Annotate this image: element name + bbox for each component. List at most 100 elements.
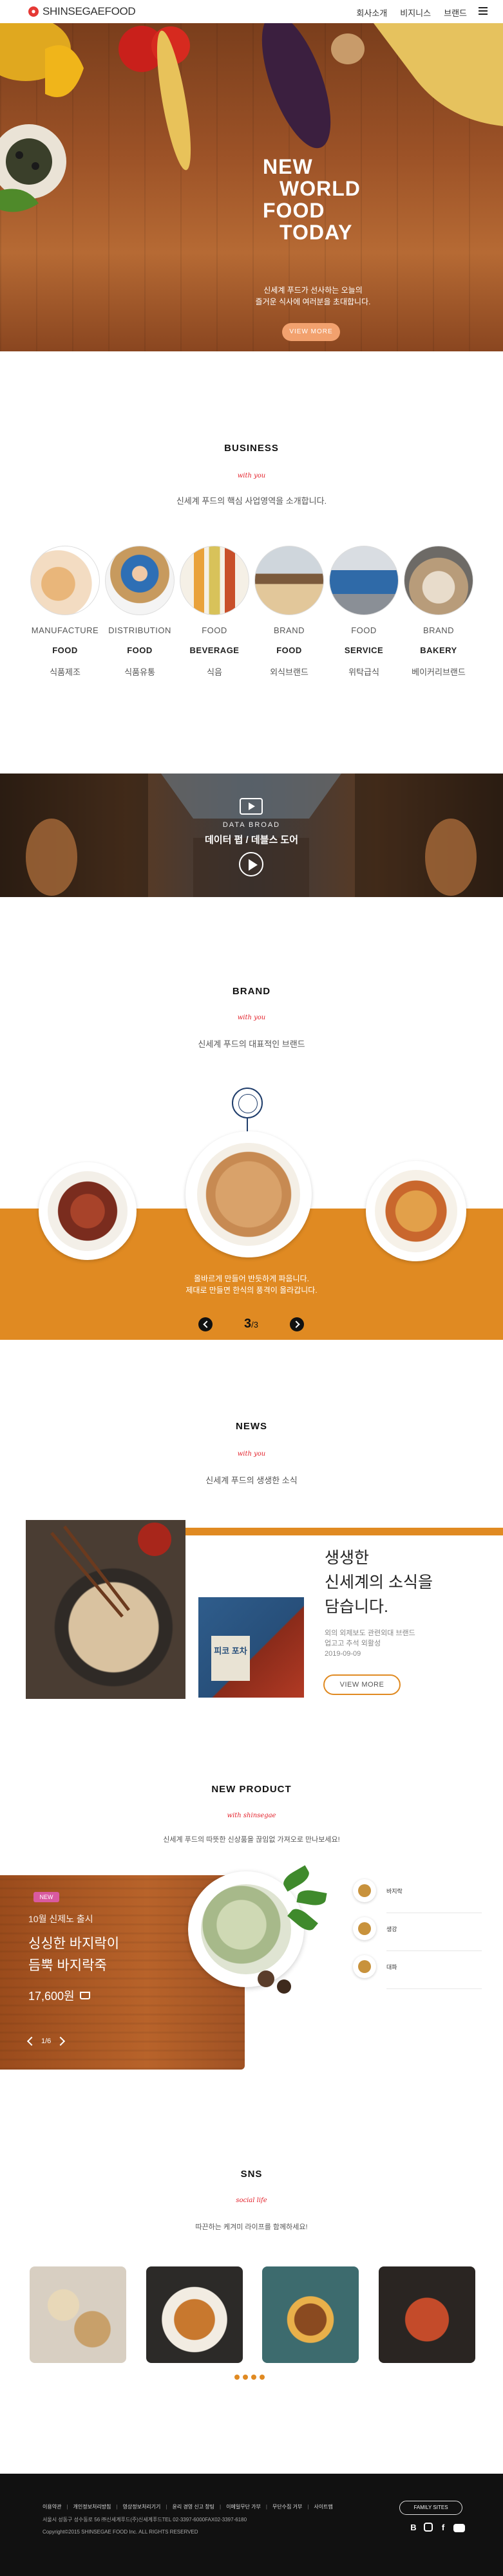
business-item-title: BEVERAGE bbox=[189, 645, 240, 655]
business-item-title: BAKERY bbox=[420, 645, 457, 655]
sns-script: social life bbox=[236, 2197, 267, 2204]
ingredient-label: 대파 bbox=[386, 1963, 397, 1970]
footer-link[interactable]: 영상정보처리기기 bbox=[116, 2503, 161, 2510]
product-desc: 신세계 푸드의 따뜻한 신상품을 끊임없 가져오로 만나보세요! bbox=[163, 1836, 340, 1844]
logo-icon bbox=[28, 6, 39, 17]
brand-logo-icon bbox=[232, 1088, 263, 1118]
family-site-select[interactable]: FAMILY SITES bbox=[399, 2501, 462, 2515]
news-headline: 생생한 신세계의 소식을 담습니다. bbox=[325, 1546, 433, 1619]
nav-item-company[interactable]: 회사소개 bbox=[356, 6, 387, 19]
business-item-label: BRAND bbox=[422, 625, 454, 635]
business-item-korean: 외식브랜드 bbox=[270, 667, 308, 677]
prev-arrow-icon[interactable] bbox=[26, 2036, 37, 2046]
footer-sns-icons: B f bbox=[408, 2523, 465, 2533]
brand-pin bbox=[247, 1118, 248, 1133]
nav-item-brand[interactable]: 브랜드 bbox=[444, 6, 467, 19]
hero-view-more-button[interactable]: VIEW MORE bbox=[282, 323, 340, 341]
product-price-value: 17,600원 bbox=[28, 1990, 75, 2003]
page-dot[interactable] bbox=[243, 2375, 248, 2380]
footer-link[interactable]: 사이트맵 bbox=[307, 2503, 332, 2510]
prev-arrow-icon[interactable] bbox=[198, 1317, 213, 1331]
footer-link[interactable]: 윤리 경영 신고 창팅 bbox=[166, 2503, 214, 2510]
brand-page-indicator: 3/3 bbox=[244, 1317, 258, 1331]
footer-link[interactable]: 이메일무단 가부 bbox=[220, 2503, 261, 2510]
product-name: 싱싱한 바지락이 듬뿍 바지락죽 bbox=[28, 1933, 119, 1977]
news-main-image[interactable] bbox=[26, 1520, 185, 1699]
business-item-label: BRAND bbox=[273, 625, 305, 635]
hero-title: NEW WORLD FOOD TODAY bbox=[263, 156, 361, 243]
news-headline-line: 신세계의 소식을 bbox=[325, 1573, 433, 1591]
video-icon bbox=[240, 798, 263, 815]
business-item-label: FOOD bbox=[351, 625, 377, 635]
product-title: NEW PRODUCT bbox=[211, 1784, 292, 1795]
blog-icon[interactable]: B bbox=[408, 2523, 419, 2533]
video-caption: 데이터 펍 / 데블스 도어 bbox=[204, 835, 299, 846]
video-caption-small: DATA BROAD bbox=[222, 821, 281, 829]
footer-copyright: Copyright©2015 SHINSEGAE FOOD Inc. ALL R… bbox=[43, 2529, 198, 2535]
nav-item-business[interactable]: 비지니스 bbox=[400, 6, 431, 19]
news-view-more-button[interactable]: VIEW MORE bbox=[323, 1674, 401, 1695]
business-list: MANUFACTURE FOOD 식품제조 DISTRIBUTION FOOD … bbox=[30, 546, 474, 678]
leaf-icon bbox=[296, 1888, 327, 1907]
news-headline-line: 담습니다. bbox=[325, 1598, 388, 1616]
page-dot[interactable] bbox=[251, 2375, 256, 2380]
business-item[interactable]: FOOD SERVICE 위탁급식 bbox=[328, 546, 399, 678]
ingredient-thumb bbox=[353, 1879, 376, 1902]
hero-title-line: FOOD bbox=[263, 199, 325, 222]
sns-title: SNS bbox=[240, 2169, 263, 2180]
leaf-icon bbox=[280, 1865, 312, 1892]
ingredient-item[interactable]: 바지락 bbox=[353, 1875, 482, 1913]
business-script: with you bbox=[237, 472, 266, 479]
footer-link[interactable]: 개인정보처리방침 bbox=[66, 2503, 111, 2510]
news-script: with you bbox=[237, 1450, 266, 1458]
cart-icon[interactable] bbox=[79, 1992, 90, 1999]
product-category: 10월 신제노 출시 bbox=[28, 1914, 93, 1924]
instagram-icon[interactable] bbox=[424, 2523, 433, 2532]
product-page-indicator: 1/6 bbox=[41, 2037, 52, 2045]
youtube-icon[interactable] bbox=[453, 2524, 465, 2532]
business-item-title: FOOD bbox=[276, 645, 302, 655]
news-meta-line: 업고고 추석 외활성 bbox=[325, 1640, 381, 1647]
brand-dish-center[interactable] bbox=[185, 1131, 312, 1257]
news-thumb-label: 피코 포차 bbox=[211, 1636, 250, 1681]
next-arrow-icon[interactable] bbox=[56, 2036, 66, 2046]
brand-pager: 3/3 bbox=[198, 1317, 304, 1331]
business-item-korean: 식품제조 bbox=[50, 667, 81, 677]
site-logo[interactable]: SHINSEGAEFOOD bbox=[28, 5, 136, 18]
footer-link[interactable]: 이용약관 bbox=[43, 2503, 61, 2510]
business-item[interactable]: MANUFACTURE FOOD 식품제조 bbox=[30, 546, 100, 678]
brand-title: BRAND bbox=[232, 986, 271, 997]
brand-description-line: 올바르게 만들어 반듯하게 파웁니다. bbox=[194, 1274, 309, 1283]
business-item[interactable]: DISTRIBUTION FOOD 식품유통 bbox=[104, 546, 175, 678]
business-item[interactable]: BRAND FOOD 외식브랜드 bbox=[254, 546, 325, 678]
ingredient-thumb bbox=[353, 1955, 376, 1978]
business-image bbox=[105, 546, 175, 615]
sns-post[interactable] bbox=[378, 2266, 475, 2363]
ingredient-list: 바지락 생강 대파 bbox=[353, 1875, 482, 1989]
news-thumb-image[interactable]: 피코 포차 bbox=[198, 1597, 304, 1698]
sns-pagination bbox=[234, 2375, 265, 2380]
page-dot[interactable] bbox=[260, 2375, 265, 2380]
ingredient-item[interactable]: 생강 bbox=[353, 1913, 482, 1951]
product-name-line: 싱싱한 바지락이 bbox=[28, 1936, 120, 1951]
business-item[interactable]: FOOD BEVERAGE 식음 bbox=[179, 546, 250, 678]
brand-dish-right[interactable] bbox=[366, 1161, 466, 1261]
footer-address: 서울시 성동구 성수동로 56 ㈜신세계푸드(주)신세계푸드TEL 02-339… bbox=[43, 2517, 247, 2523]
sns-post[interactable] bbox=[262, 2266, 359, 2363]
footer-link[interactable]: 무단수집 거부 bbox=[266, 2503, 302, 2510]
sns-post[interactable] bbox=[146, 2266, 243, 2363]
brand-desc: 신세계 푸드의 대표적인 브랜드 bbox=[198, 1039, 305, 1049]
sns-post[interactable] bbox=[30, 2266, 126, 2363]
menu-icon[interactable] bbox=[479, 7, 488, 15]
business-item-label: FOOD bbox=[202, 625, 227, 635]
business-item-title: SERVICE bbox=[344, 645, 384, 655]
page-dot[interactable] bbox=[234, 2375, 240, 2380]
facebook-icon[interactable]: f bbox=[438, 2523, 448, 2533]
next-arrow-icon[interactable] bbox=[290, 1317, 304, 1331]
logo-text: SHINSEGAEFOOD bbox=[43, 5, 136, 17]
business-item[interactable]: BRAND BAKERY 베이커리브랜드 bbox=[403, 546, 474, 678]
brand-dish-left[interactable] bbox=[39, 1162, 137, 1260]
play-icon[interactable] bbox=[239, 852, 263, 876]
business-item-title: FOOD bbox=[127, 645, 153, 655]
ingredient-item[interactable]: 대파 bbox=[353, 1951, 482, 1989]
